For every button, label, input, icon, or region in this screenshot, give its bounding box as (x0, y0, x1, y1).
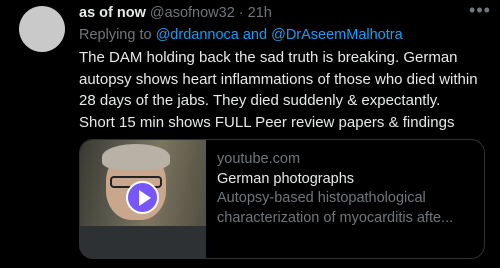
video-thumbnail[interactable] (80, 140, 206, 258)
card-description: Autopsy-based histopathological (217, 190, 426, 206)
mention-link[interactable]: @drdannoca (156, 27, 239, 43)
thumbnail-shirt (80, 226, 206, 258)
link-card[interactable]: youtube.com German photographs Autopsy-b… (79, 139, 485, 259)
user-handle[interactable]: @asofnow32 (150, 5, 235, 21)
more-options-icon[interactable]: ••• (468, 0, 492, 20)
card-text: youtube.com German photographs Autopsy-b… (217, 150, 479, 228)
tweet-text: The DAM holding back the sad truth is br… (79, 47, 497, 133)
avatar[interactable] (19, 6, 65, 52)
replying-prefix: Replying to (79, 27, 152, 43)
tweet-text-line: The DAM holding back the sad truth is br… (79, 49, 458, 66)
replying-to: Replying to @drdannoca and @DrAseemMalho… (79, 26, 403, 45)
play-icon[interactable] (126, 181, 159, 214)
mention-link[interactable]: @DrAseemMalhotra (271, 27, 403, 43)
replying-and: and (242, 27, 268, 43)
display-name[interactable]: as of now (79, 5, 146, 21)
tweet-text-line: 28 days of the jabs. They died suddenly … (79, 92, 441, 109)
tweet-text-line: autopsy shows heart inflammations of tho… (79, 70, 478, 88)
card-title: German photographs (217, 170, 355, 187)
thumbnail-hair (102, 144, 170, 170)
tweet-text-line: Short 15 min shows FULL Peer review pape… (79, 113, 455, 131)
card-description: characterization of myocarditis afte... (217, 209, 454, 226)
tweet-header: as of now @asofnow32 · 21h (79, 4, 272, 22)
card-domain: youtube.com (217, 151, 301, 167)
separator-dot: · (238, 5, 244, 21)
timestamp[interactable]: 21h (248, 5, 272, 21)
